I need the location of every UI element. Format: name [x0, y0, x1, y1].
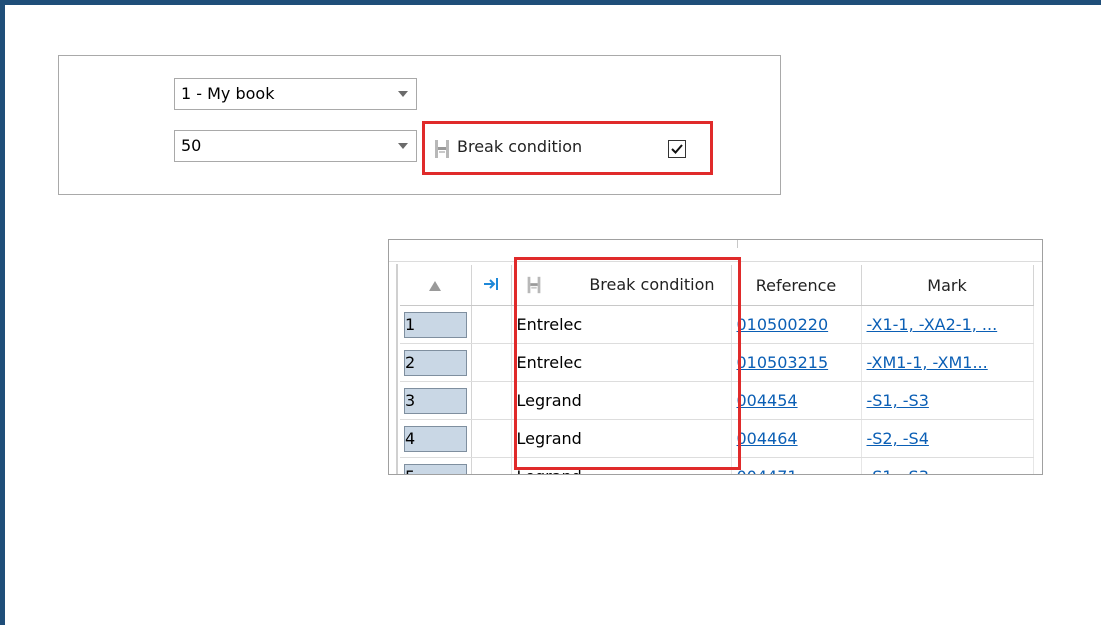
break-condition-icon — [527, 276, 540, 294]
break-condition-cell[interactable]: Legrand — [511, 381, 732, 420]
table-row[interactable]: 2 Entrelec 010503215 -XM1-1, -XM1... — [400, 343, 1034, 382]
goto-cell — [471, 457, 512, 474]
book-combobox[interactable]: 1 - My book — [174, 78, 417, 110]
mark-cell[interactable]: -S1, -S3 — [861, 457, 1034, 474]
reference-cell[interactable]: 010500220 — [731, 305, 862, 344]
reference-link[interactable]: 010500220 — [737, 315, 829, 334]
row-header-cell[interactable]: 3 — [400, 381, 472, 420]
window-frame-left — [0, 0, 5, 625]
break-condition-cell[interactable]: Entrelec — [511, 305, 732, 344]
table-row[interactable]: 3 Legrand 004454 -S1, -S3 — [400, 381, 1034, 420]
row-number[interactable]: 3 — [404, 387, 467, 414]
mark-link[interactable]: -S1, -S3 — [867, 391, 929, 410]
goto-cell — [471, 343, 512, 382]
sort-up-icon[interactable] — [429, 280, 442, 291]
break-condition-label: Break condition — [457, 137, 583, 156]
table-row[interactable]: 1 Entrelec 010500220 -X1-1, -XA2-1, ... — [400, 305, 1034, 344]
break-condition-checkbox[interactable] — [668, 140, 686, 158]
row-number[interactable]: 1 — [404, 311, 467, 338]
goto-cell — [471, 419, 512, 458]
checkmark-icon — [671, 144, 683, 154]
reference-link[interactable]: 004454 — [737, 391, 798, 410]
row-header-cell[interactable]: 4 — [400, 419, 472, 458]
row-header-cell[interactable]: 1 — [400, 305, 472, 344]
window-frame-top — [0, 0, 1101, 5]
reference-link[interactable]: 010503215 — [737, 353, 829, 372]
break-condition-icon — [435, 140, 449, 158]
grid-toolbar — [389, 240, 1042, 262]
column-header-label: Break condition — [589, 275, 715, 294]
count-combobox-value: 50 — [181, 136, 202, 155]
reference-cell[interactable]: 004454 — [731, 381, 862, 420]
arrow-right-to-bar-icon[interactable] — [483, 277, 499, 291]
break-condition-cell[interactable]: Legrand — [511, 419, 732, 458]
mark-link[interactable]: -S2, -S4 — [867, 429, 929, 448]
goto-header[interactable] — [471, 265, 512, 306]
column-header-reference[interactable]: Reference — [731, 265, 862, 306]
column-header-break-condition[interactable]: Break condition — [511, 265, 732, 306]
row-header-cell[interactable]: 2 — [400, 343, 472, 382]
reference-cell[interactable]: 010503215 — [731, 343, 862, 382]
row-number[interactable]: 2 — [404, 349, 467, 376]
count-combobox[interactable]: 50 — [174, 130, 417, 162]
settings-panel: 1 - My book 50 Break condition — [58, 55, 781, 195]
goto-cell — [471, 305, 512, 344]
break-condition-cell[interactable]: Entrelec — [511, 343, 732, 382]
break-condition-cell[interactable]: Legrand — [511, 457, 732, 474]
chevron-down-icon[interactable] — [398, 143, 408, 149]
row-number[interactable]: 4 — [404, 425, 467, 452]
grid-left-strip — [396, 264, 398, 474]
reference-link[interactable]: 004464 — [737, 429, 798, 448]
mark-cell[interactable]: -XM1-1, -XM1... — [861, 343, 1034, 382]
row-header-cell[interactable]: 5 — [400, 457, 472, 474]
goto-cell — [471, 381, 512, 420]
sort-header[interactable] — [400, 265, 472, 306]
mark-cell[interactable]: -S1, -S3 — [861, 381, 1034, 420]
chevron-down-icon[interactable] — [398, 91, 408, 97]
reference-cell[interactable]: 004464 — [731, 419, 862, 458]
grid-table: Break condition Reference Mark 1 Entrele… — [400, 265, 1034, 474]
reference-link[interactable]: 004471 — [737, 467, 798, 474]
table-row[interactable]: 5 Legrand 004471 -S1, -S3 — [400, 457, 1034, 474]
mark-link[interactable]: -X1-1, -XA2-1, ... — [867, 315, 998, 334]
table-row[interactable]: 4 Legrand 004464 -S2, -S4 — [400, 419, 1034, 458]
reference-cell[interactable]: 004471 — [731, 457, 862, 474]
row-number[interactable]: 5 — [404, 463, 467, 474]
data-grid: Break condition Reference Mark 1 Entrele… — [388, 239, 1043, 475]
mark-link[interactable]: -S1, -S3 — [867, 467, 929, 474]
mark-cell[interactable]: -X1-1, -XA2-1, ... — [861, 305, 1034, 344]
mark-link[interactable]: -XM1-1, -XM1... — [867, 353, 988, 372]
mark-cell[interactable]: -S2, -S4 — [861, 419, 1034, 458]
book-combobox-value: 1 - My book — [181, 84, 275, 103]
toolbar-divider — [737, 240, 738, 248]
column-header-mark[interactable]: Mark — [861, 265, 1034, 306]
grid-header-row: Break condition Reference Mark — [400, 265, 1034, 306]
break-condition-field: Break condition — [422, 121, 713, 175]
